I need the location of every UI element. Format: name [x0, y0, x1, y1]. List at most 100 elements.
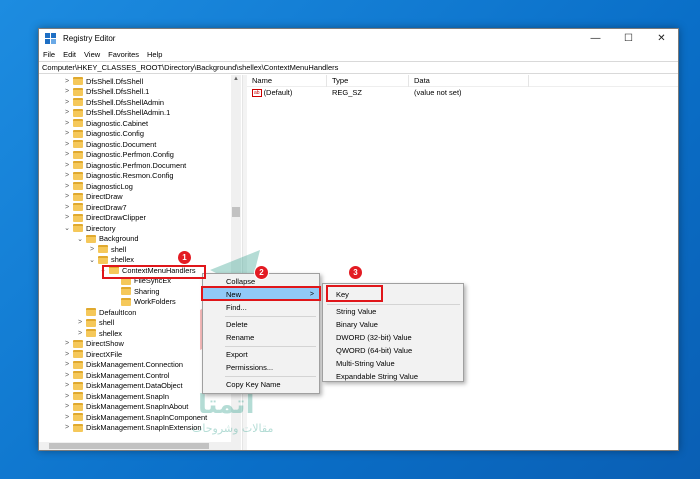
column-data[interactable]: Data: [409, 74, 529, 87]
tree-horizontal-scrollbar[interactable]: [39, 442, 241, 450]
tree-node[interactable]: > DfsShell.DfsShellAdmin: [63, 97, 164, 108]
submenu-item-binary-value[interactable]: Binary Value: [323, 318, 463, 331]
tree-node[interactable]: ⌄ Background: [76, 234, 138, 245]
chevron-right-icon[interactable]: >: [76, 319, 84, 326]
tree-node[interactable]: > DiskManagement.Connection: [63, 360, 183, 371]
tree-node[interactable]: > Diagnostic.Perfmon.Document: [63, 160, 186, 171]
tree-node[interactable]: > DirectShow: [63, 339, 124, 350]
scroll-up-icon[interactable]: ▲: [231, 76, 241, 82]
tree-node[interactable]: > Diagnostic.Perfmon.Config: [63, 150, 174, 161]
chevron-right-icon[interactable]: >: [63, 88, 71, 95]
chevron-right-icon[interactable]: >: [63, 351, 71, 358]
menu-item-copy-key-name[interactable]: Copy Key Name: [203, 378, 319, 391]
close-button[interactable]: ✕: [645, 29, 678, 48]
chevron-right-icon[interactable]: >: [63, 162, 71, 169]
tree-node[interactable]: ⌄ shellex: [88, 255, 134, 266]
tree-node[interactable]: > Diagnostic.Resmon.Config: [63, 171, 174, 182]
chevron-right-icon[interactable]: >: [63, 183, 71, 190]
tree-node-label: DirectDraw7: [86, 202, 127, 212]
menu-item-export[interactable]: Export: [203, 348, 319, 361]
tree-node[interactable]: > DfsShell.DfsShellAdmin.1: [63, 108, 170, 119]
tree-node[interactable]: > DfsShell.DfsShell.1: [63, 87, 149, 98]
tree-node[interactable]: > DirectDraw: [63, 192, 123, 203]
folder-icon: [73, 423, 83, 432]
submenu-item-multi-string-value[interactable]: Multi-String Value: [323, 357, 463, 370]
chevron-down-icon[interactable]: ⌄: [88, 256, 96, 264]
menu-item-rename[interactable]: Rename: [203, 331, 319, 344]
tree-node[interactable]: > DiagnosticLog: [63, 181, 133, 192]
chevron-right-icon[interactable]: >: [88, 246, 96, 253]
menu-file[interactable]: File: [43, 50, 55, 59]
tree-node[interactable]: > DirectDraw7: [63, 202, 127, 213]
chevron-right-icon[interactable]: >: [63, 193, 71, 200]
tree-node[interactable]: > Diagnostic.Config: [63, 129, 144, 140]
menu-item-find[interactable]: Find...: [203, 301, 319, 314]
tree-node[interactable]: > DirectDrawClipper: [63, 213, 146, 224]
submenu-item-expandable-string-value[interactable]: Expandable String Value: [323, 370, 463, 383]
value-row[interactable]: ab (Default) REG_SZ (value not set): [247, 87, 678, 98]
chevron-right-icon[interactable]: >: [63, 403, 71, 410]
menu-edit[interactable]: Edit: [63, 50, 76, 59]
folder-icon: [86, 329, 96, 338]
chevron-down-icon[interactable]: ⌄: [76, 235, 84, 243]
tree-node[interactable]: > Diagnostic.Document: [63, 139, 156, 150]
tree-node[interactable]: > shell: [76, 318, 114, 329]
chevron-right-icon[interactable]: >: [63, 120, 71, 127]
tree-node[interactable]: > DiskManagement.SnapInAbout: [63, 402, 188, 413]
maximize-button[interactable]: ☐: [612, 29, 645, 48]
chevron-right-icon[interactable]: >: [63, 130, 71, 137]
tree-node-label: DfsShell.DfsShellAdmin.1: [86, 108, 171, 118]
annotation-box-3: [326, 285, 383, 302]
tree-node[interactable]: > DiskManagement.Control: [63, 370, 169, 381]
tree-node[interactable]: WorkFolders: [111, 297, 176, 308]
chevron-right-icon[interactable]: >: [63, 172, 71, 179]
tree-node[interactable]: > DiskManagement.SnapIn: [63, 391, 169, 402]
menu-help[interactable]: Help: [147, 50, 162, 59]
address-bar[interactable]: Computer\HKEY_CLASSES_ROOT\Directory\Bac…: [39, 61, 678, 74]
hscroll-thumb[interactable]: [49, 443, 209, 449]
folder-icon: [73, 171, 83, 180]
chevron-right-icon[interactable]: >: [63, 204, 71, 211]
chevron-down-icon[interactable]: ⌄: [63, 224, 71, 232]
menu-favorites[interactable]: Favorites: [108, 50, 139, 59]
chevron-right-icon[interactable]: >: [63, 424, 71, 431]
submenu-item-string-value[interactable]: String Value: [323, 305, 463, 318]
column-name[interactable]: Name: [247, 74, 327, 87]
tree-node[interactable]: > DiskManagement.SnapInComponent: [63, 412, 207, 423]
tree-node-label: shell: [111, 244, 127, 254]
chevron-right-icon[interactable]: >: [63, 361, 71, 368]
chevron-right-icon[interactable]: >: [63, 141, 71, 148]
chevron-right-icon[interactable]: >: [63, 214, 71, 221]
tree-node[interactable]: > DfsShell.DfsShell: [63, 76, 143, 87]
tree-node[interactable]: > shellex: [76, 328, 122, 339]
chevron-right-icon[interactable]: >: [76, 330, 84, 337]
tree-node[interactable]: > DirectXFile: [63, 349, 122, 360]
chevron-right-icon[interactable]: >: [63, 340, 71, 347]
tree-node[interactable]: > Diagnostic.Cabinet: [63, 118, 148, 129]
tree-node[interactable]: ⌄ Directory: [63, 223, 116, 234]
chevron-right-icon[interactable]: >: [63, 78, 71, 85]
submenu-item-dword-value[interactable]: DWORD (32-bit) Value: [323, 331, 463, 344]
menu-item-delete[interactable]: Delete: [203, 318, 319, 331]
chevron-right-icon[interactable]: >: [63, 382, 71, 389]
tree-node[interactable]: > DiskManagement.DataObject: [63, 381, 183, 392]
folder-icon: [121, 297, 131, 306]
chevron-right-icon[interactable]: >: [63, 151, 71, 158]
tree-node-label: DirectDraw: [86, 192, 123, 202]
column-type[interactable]: Type: [327, 74, 409, 87]
tree-node[interactable]: Sharing: [111, 286, 159, 297]
menu-view[interactable]: View: [84, 50, 100, 59]
chevron-right-icon[interactable]: >: [63, 393, 71, 400]
tree-node[interactable]: > shell: [88, 244, 126, 255]
menu-item-permissions[interactable]: Permissions...: [203, 361, 319, 374]
chevron-right-icon[interactable]: >: [63, 372, 71, 379]
chevron-right-icon[interactable]: >: [63, 109, 71, 116]
tree-node[interactable]: DefaultIcon: [76, 307, 136, 318]
chevron-right-icon[interactable]: >: [63, 414, 71, 421]
minimize-button[interactable]: —: [579, 29, 612, 48]
tree-node-label: DiskManagement.Control: [86, 370, 170, 380]
submenu-item-qword-value[interactable]: QWORD (64-bit) Value: [323, 344, 463, 357]
scroll-thumb[interactable]: [232, 207, 240, 217]
chevron-right-icon[interactable]: >: [63, 99, 71, 106]
tree-node[interactable]: > DiskManagement.SnapInExtension: [63, 423, 202, 434]
